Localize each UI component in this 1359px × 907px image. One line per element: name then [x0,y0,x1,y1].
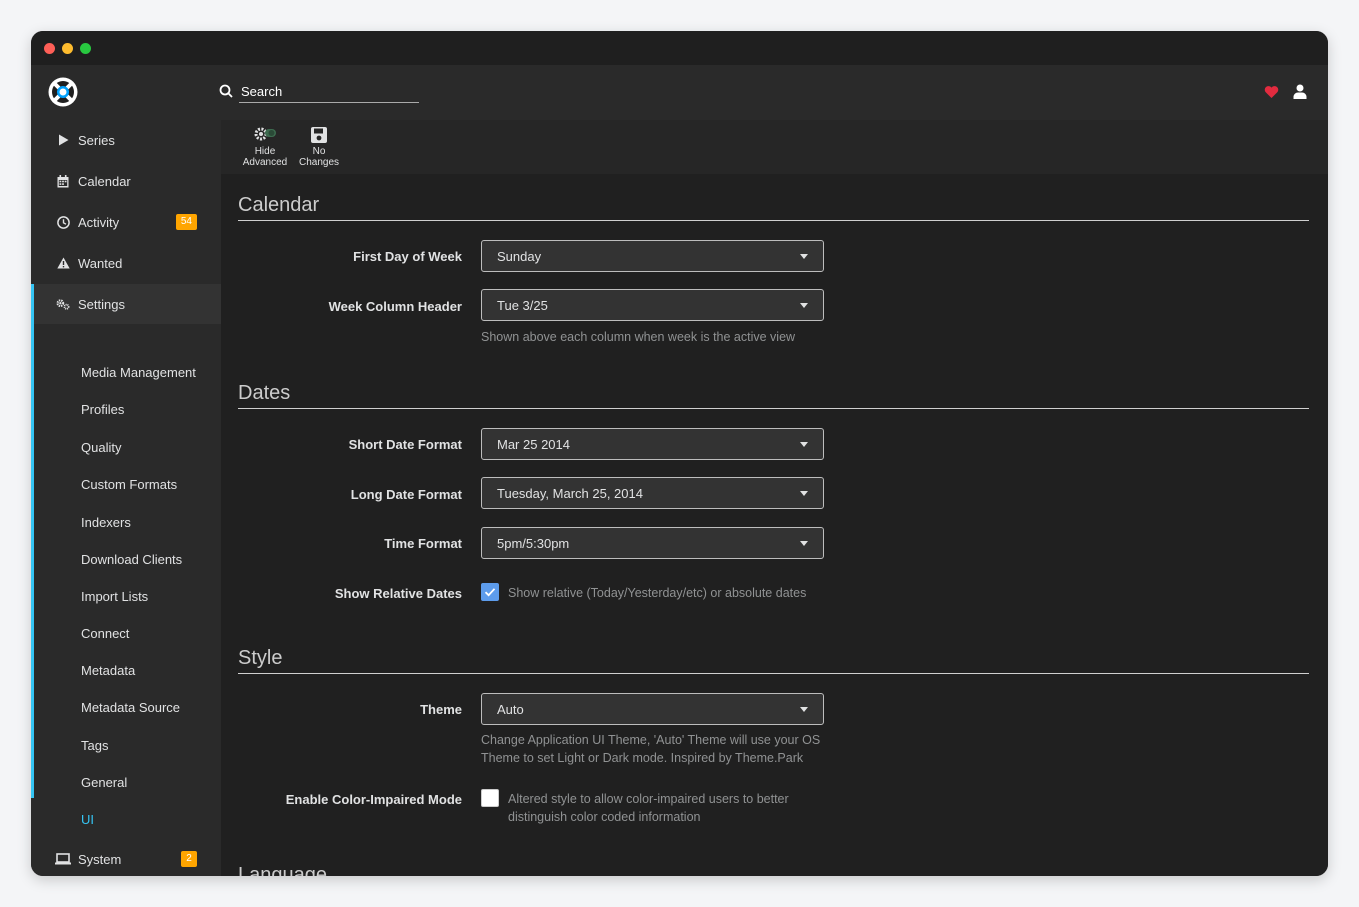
hide-advanced-label-line1: Hide [254,146,276,157]
sidebar-subitem-connect[interactable]: Connect [81,626,129,641]
color-impaired-mode-label: Enable Color-Impaired Mode [285,792,462,807]
short-date-format-label: Short Date Format [348,437,462,452]
caret-down-icon [800,491,808,496]
system-count-badge: 2 [181,851,197,867]
first-day-of-week-select[interactable]: Sunday [481,240,824,272]
sidebar-item-settings[interactable]: Settings [31,284,221,324]
color-impaired-mode-help: Altered style to allow color-impaired us… [508,792,789,824]
close-window-button[interactable] [44,43,55,54]
select-value: Mar 25 2014 [497,437,570,452]
caret-down-icon [800,442,808,447]
donate-heart-icon[interactable] [1264,85,1279,99]
activity-count-badge: 54 [175,214,197,230]
warning-icon [56,256,70,270]
time-format-label: Time Format [384,536,462,551]
caret-down-icon [800,303,808,308]
short-date-format-select[interactable]: Mar 25 2014 [481,428,824,460]
app-window: Series Calendar Activity 54 Wanted Set [31,31,1328,876]
clock-icon [56,215,70,229]
play-icon [56,133,70,147]
color-impaired-mode-checkbox[interactable] [481,789,499,807]
page-toolbar: Hide Advanced No Changes [221,120,1328,174]
week-column-header-label: Week Column Header [328,299,462,314]
theme-label: Theme [420,702,462,717]
maximize-window-button[interactable] [80,43,91,54]
sidebar-subitem-media-management[interactable]: Media Management [81,365,196,380]
no-changes-label-line1: No [312,146,326,157]
select-value: Tue 3/25 [497,298,548,313]
search-icon [219,84,233,98]
calendar-icon [56,174,70,188]
section-title-language: Language [238,864,327,876]
sidebar-subitem-general[interactable]: General [81,775,127,790]
sidebar-item-system[interactable]: System 2 [31,839,221,876]
select-value: Auto [497,702,524,717]
sidebar-item-series[interactable]: Series [31,120,221,160]
sidebar-item-label: System [78,851,122,867]
sidebar-subitem-tags[interactable]: Tags [81,738,108,753]
week-column-header-select[interactable]: Tue 3/25 [481,289,824,321]
sidebar-item-label: Series [78,132,115,148]
sidebar-subitem-profiles[interactable]: Profiles [81,402,124,417]
select-value: Tuesday, March 25, 2014 [497,486,643,501]
logo-icon[interactable] [48,77,78,107]
save-changes-button[interactable]: No Changes [294,126,344,170]
minimize-window-button[interactable] [62,43,73,54]
section-divider [238,408,1309,409]
first-day-of-week-label: First Day of Week [353,249,462,264]
caret-down-icon [800,254,808,259]
sidebar-item-wanted[interactable]: Wanted [31,243,221,283]
hide-advanced-label-line2: Advanced [242,157,288,168]
sidebar-subitem-download-clients[interactable]: Download Clients [81,552,182,567]
sidebar-subitem-indexers[interactable]: Indexers [81,515,131,530]
sidebar-subitem-metadata[interactable]: Metadata [81,663,135,678]
search-box [219,81,421,103]
sidebar-subitem-ui[interactable]: UI [81,812,94,827]
long-date-format-select[interactable]: Tuesday, March 25, 2014 [481,477,824,509]
select-value: Sunday [497,249,542,264]
sidebar-subitem-metadata-source[interactable]: Metadata Source [81,700,180,715]
sidebar-subitem-import-lists[interactable]: Import Lists [81,589,148,604]
section-title-dates: Dates [238,382,291,404]
caret-down-icon [800,707,808,712]
checkmark-icon [484,588,496,597]
settings-content: Calendar First Day of Week Sunday Week C… [221,174,1328,876]
sidebar-subitem-quality[interactable]: Quality [81,440,121,455]
section-divider [238,220,1309,221]
save-icon [311,127,327,143]
page-header [31,65,1328,120]
title-bar [31,31,1328,65]
theme-help: Change Application UI Theme, 'Auto' Them… [481,733,821,765]
user-icon[interactable] [1293,84,1307,99]
theme-select[interactable]: Auto [481,693,824,725]
long-date-format-label: Long Date Format [350,487,462,502]
show-relative-dates-label: Show Relative Dates [334,586,462,601]
sidebar-item-label: Settings [78,296,125,312]
section-title-calendar: Calendar [238,194,320,216]
sidebar-item-label: Calendar [78,173,131,189]
show-relative-dates-help: Show relative (Today/Yesterday/etc) or a… [508,586,807,600]
settings-active-indicator [31,314,34,798]
laptop-icon [55,852,71,866]
advanced-settings-icon [254,127,276,141]
show-relative-dates-checkbox[interactable] [481,583,499,601]
caret-down-icon [800,541,808,546]
sidebar-item-label: Wanted [78,255,123,271]
time-format-select[interactable]: 5pm/5:30pm [481,527,824,559]
sidebar-item-label: Activity [78,214,120,230]
sidebar-item-activity[interactable]: Activity 54 [31,202,221,242]
week-column-header-help: Shown above each column when week is the… [481,330,796,344]
sidebar: Series Calendar Activity 54 Wanted Setti… [31,120,221,876]
section-title-style: Style [238,647,283,669]
sidebar-subitem-custom-formats[interactable]: Custom Formats [81,477,177,492]
cogs-icon [56,297,70,311]
hide-advanced-button[interactable]: Hide Advanced [240,126,290,170]
no-changes-label-line2: Changes [298,157,340,168]
search-input[interactable] [239,81,419,103]
section-divider [238,673,1309,674]
select-value: 5pm/5:30pm [497,536,570,551]
sidebar-item-calendar[interactable]: Calendar [31,161,221,201]
